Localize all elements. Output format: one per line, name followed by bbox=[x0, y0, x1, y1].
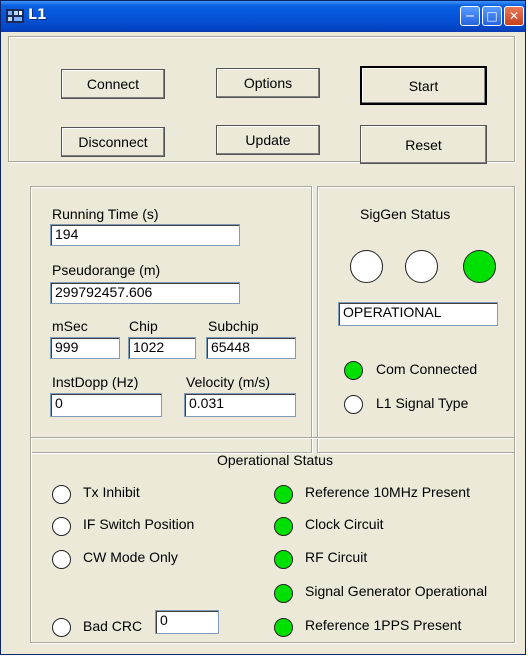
instdopp-label: InstDopp (Hz) bbox=[52, 374, 139, 390]
disconnect-button[interactable]: Disconnect bbox=[61, 127, 165, 157]
app-window: L1 ─ □ ✕ Connect Options Start Disconnec… bbox=[0, 0, 526, 655]
msec-label: mSec bbox=[52, 318, 88, 334]
maximize-button[interactable]: □ bbox=[482, 6, 502, 26]
operational-status-title: Operational Status bbox=[217, 452, 333, 468]
app-icon bbox=[6, 9, 24, 23]
siggen-led-1 bbox=[350, 250, 383, 283]
signal-generator-operational-label: Signal Generator Operational bbox=[305, 583, 488, 599]
siggen-status-title: SigGen Status bbox=[360, 206, 451, 222]
bad-crc-led bbox=[52, 618, 71, 637]
velocity-label: Velocity (m/s) bbox=[186, 374, 271, 390]
l1-signal-type-led bbox=[344, 395, 363, 414]
bad-crc-label: Bad CRC bbox=[83, 618, 143, 634]
l1-signal-type-label: L1 Signal Type bbox=[376, 395, 469, 411]
com-connected-label: Com Connected bbox=[376, 361, 478, 377]
options-button[interactable]: Options bbox=[216, 68, 320, 98]
signal-generator-operational-led bbox=[274, 584, 293, 603]
chip-field[interactable]: 1022 bbox=[128, 337, 196, 359]
pseudorange-field[interactable]: 299792457.606 bbox=[50, 282, 240, 304]
cw-mode-only-label: CW Mode Only bbox=[83, 549, 178, 565]
client-area: Connect Options Start Disconnect Update … bbox=[4, 32, 521, 652]
close-button[interactable]: ✕ bbox=[504, 6, 524, 26]
close-icon: ✕ bbox=[508, 9, 520, 23]
siggen-led-2 bbox=[405, 250, 438, 283]
cw-mode-only-led bbox=[52, 550, 71, 569]
title-bar[interactable]: L1 ─ □ ✕ bbox=[1, 1, 525, 32]
subchip-field[interactable]: 65448 bbox=[206, 337, 296, 359]
chip-label: Chip bbox=[129, 318, 158, 334]
minimize-icon: ─ bbox=[466, 9, 474, 23]
if-switch-position-label: IF Switch Position bbox=[83, 516, 195, 532]
tx-inhibit-label: Tx Inhibit bbox=[83, 484, 140, 500]
reference-10mhz-label: Reference 10MHz Present bbox=[305, 484, 470, 500]
instdopp-field[interactable]: 0 bbox=[50, 393, 162, 417]
siggen-status-field[interactable]: OPERATIONAL bbox=[338, 302, 498, 326]
running-time-label: Running Time (s) bbox=[52, 206, 159, 222]
rf-circuit-led bbox=[274, 550, 293, 569]
reference-10mhz-led bbox=[274, 485, 293, 504]
minimize-button[interactable]: ─ bbox=[460, 6, 480, 26]
msec-field[interactable]: 999 bbox=[50, 337, 120, 359]
velocity-field[interactable]: 0.031 bbox=[184, 393, 296, 417]
start-button[interactable]: Start bbox=[360, 66, 487, 105]
com-connected-led bbox=[344, 361, 363, 380]
running-time-field[interactable]: 194 bbox=[50, 224, 240, 246]
if-switch-position-led bbox=[52, 517, 71, 536]
update-button[interactable]: Update bbox=[216, 125, 320, 155]
pseudorange-label: Pseudorange (m) bbox=[52, 262, 161, 278]
clock-circuit-led bbox=[274, 517, 293, 536]
reset-button[interactable]: Reset bbox=[360, 125, 487, 164]
bad-crc-field[interactable]: 0 bbox=[155, 610, 219, 634]
reference-1pps-label: Reference 1PPS Present bbox=[305, 617, 462, 633]
siggen-led-3 bbox=[463, 250, 496, 283]
connect-button[interactable]: Connect bbox=[61, 69, 165, 99]
clock-circuit-label: Clock Circuit bbox=[305, 516, 384, 532]
tx-inhibit-led bbox=[52, 485, 71, 504]
reference-1pps-led bbox=[274, 618, 293, 637]
maximize-icon: □ bbox=[486, 9, 498, 23]
window-title: L1 bbox=[28, 7, 47, 23]
subchip-label: Subchip bbox=[208, 318, 259, 334]
rf-circuit-label: RF Circuit bbox=[305, 549, 368, 565]
